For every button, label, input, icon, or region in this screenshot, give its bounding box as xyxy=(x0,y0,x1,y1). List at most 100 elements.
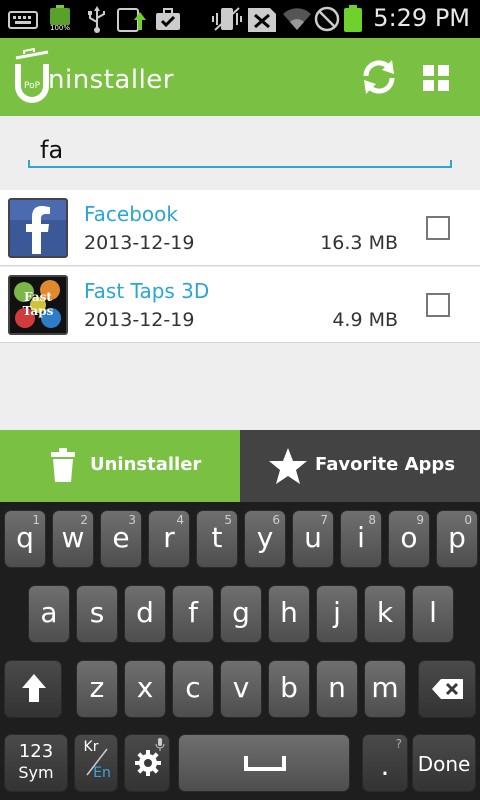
key-m[interactable]: m xyxy=(364,660,406,718)
key-v[interactable]: v xyxy=(220,660,262,718)
grid-icon[interactable] xyxy=(422,64,450,92)
list-item[interactable]: Fast Taps Fast Taps 3D 2013-12-19 4.9 MB xyxy=(0,267,480,343)
key-k[interactable]: k xyxy=(364,585,406,643)
space-icon xyxy=(244,756,286,771)
key-w[interactable]: w2 xyxy=(52,510,94,568)
download-icon xyxy=(117,8,146,32)
key-i[interactable]: i8 xyxy=(340,510,382,568)
soft-keyboard: 123 Sym Kr En . ? Done q1w2e3r4t5y6u7i8o… xyxy=(0,502,480,800)
key-label: h xyxy=(280,596,298,629)
key-g[interactable]: g xyxy=(220,585,262,643)
settings-key[interactable] xyxy=(124,734,170,792)
mic-icon xyxy=(155,738,165,751)
period-key-label: . xyxy=(380,749,390,782)
fast-taps-icon-line2: Taps xyxy=(23,304,54,318)
app-checkbox[interactable] xyxy=(426,293,450,317)
key-number-hint: 5 xyxy=(224,513,232,527)
no-sim-icon xyxy=(248,8,276,32)
fast-taps-icon: Fast Taps xyxy=(8,275,68,335)
key-number-hint: 0 xyxy=(464,513,472,527)
app-date: 2013-12-19 xyxy=(84,232,195,254)
period-key[interactable]: . ? xyxy=(362,734,408,792)
key-c[interactable]: c xyxy=(172,660,214,718)
key-label: m xyxy=(371,671,399,704)
key-label: j xyxy=(333,596,341,629)
key-p[interactable]: p0 xyxy=(436,510,478,568)
key-j[interactable]: j xyxy=(316,585,358,643)
key-label: f xyxy=(188,596,198,629)
key-label: c xyxy=(185,671,201,704)
app-size: 16.3 MB xyxy=(320,232,398,254)
key-q[interactable]: q1 xyxy=(4,510,46,568)
key-number-hint: 8 xyxy=(368,513,376,527)
key-label: s xyxy=(89,596,105,629)
key-s[interactable]: s xyxy=(76,585,118,643)
done-key[interactable]: Done xyxy=(412,734,476,792)
key-label: v xyxy=(232,671,250,704)
key-number-hint: 6 xyxy=(272,513,280,527)
key-label: g xyxy=(232,596,250,629)
shift-icon xyxy=(22,674,46,702)
language-key[interactable]: Kr En xyxy=(74,734,118,792)
symbols-key[interactable]: 123 Sym xyxy=(4,734,68,792)
key-label: l xyxy=(429,596,437,629)
app-date: 2013-12-19 xyxy=(84,309,195,331)
tab-uninstaller[interactable]: Uninstaller xyxy=(0,430,240,502)
key-n[interactable]: n xyxy=(316,660,358,718)
key-label: x xyxy=(136,671,154,704)
app-name: Facebook xyxy=(84,202,178,226)
period-key-hint: ? xyxy=(395,737,402,751)
key-z[interactable]: z xyxy=(76,660,118,718)
usb-icon xyxy=(88,6,105,33)
key-b[interactable]: b xyxy=(268,660,310,718)
battery-percent: 100% xyxy=(49,24,70,32)
key-l[interactable]: l xyxy=(412,585,454,643)
app-name: Fast Taps 3D xyxy=(84,279,210,303)
facebook-icon xyxy=(8,198,68,258)
key-label: b xyxy=(280,671,298,704)
app-logo: PoP ninstaller xyxy=(10,48,174,108)
key-a[interactable]: a xyxy=(28,585,70,643)
key-r[interactable]: r4 xyxy=(148,510,190,568)
key-f[interactable]: f xyxy=(172,585,214,643)
briefcase-check-icon xyxy=(156,8,180,30)
logo-badge: PoP xyxy=(24,81,41,91)
refresh-icon[interactable] xyxy=(360,58,398,96)
backspace-key[interactable] xyxy=(418,660,476,718)
done-key-label: Done xyxy=(417,752,471,776)
battery-full-icon: 100% xyxy=(48,5,72,33)
app-size: 4.9 MB xyxy=(332,309,398,331)
slash-divider xyxy=(86,748,108,776)
key-d[interactable]: d xyxy=(124,585,166,643)
key-number-hint: 7 xyxy=(320,513,328,527)
list-item[interactable]: Facebook 2013-12-19 16.3 MB xyxy=(0,190,480,266)
key-y[interactable]: y6 xyxy=(244,510,286,568)
key-u[interactable]: u7 xyxy=(292,510,334,568)
shift-key[interactable] xyxy=(4,660,62,718)
key-label: d xyxy=(136,596,154,629)
symbols-key-top: 123 xyxy=(18,741,54,762)
tab-uninstaller-label: Uninstaller xyxy=(90,454,202,475)
app-list: Facebook 2013-12-19 16.3 MB Fast Taps Fa… xyxy=(0,190,480,430)
search-input[interactable] xyxy=(28,130,452,170)
star-icon xyxy=(269,448,307,484)
space-key[interactable] xyxy=(178,734,350,792)
key-t[interactable]: t5 xyxy=(196,510,238,568)
tab-favorite-apps[interactable]: Favorite Apps xyxy=(240,430,480,502)
gear-icon xyxy=(135,750,161,776)
key-o[interactable]: o9 xyxy=(388,510,430,568)
battery-icon xyxy=(344,5,362,33)
backspace-icon xyxy=(432,679,463,699)
vibrate-icon xyxy=(212,7,242,31)
fast-taps-icon-line1: Fast xyxy=(24,290,52,304)
key-number-hint: 4 xyxy=(176,513,184,527)
key-h[interactable]: h xyxy=(268,585,310,643)
key-number-hint: 9 xyxy=(416,513,424,527)
key-number-hint: 2 xyxy=(80,513,88,527)
key-label: z xyxy=(89,671,105,704)
app-checkbox[interactable] xyxy=(426,216,450,240)
key-e[interactable]: e3 xyxy=(100,510,142,568)
key-x[interactable]: x xyxy=(124,660,166,718)
key-label: a xyxy=(40,596,58,629)
key-number-hint: 3 xyxy=(128,513,136,527)
